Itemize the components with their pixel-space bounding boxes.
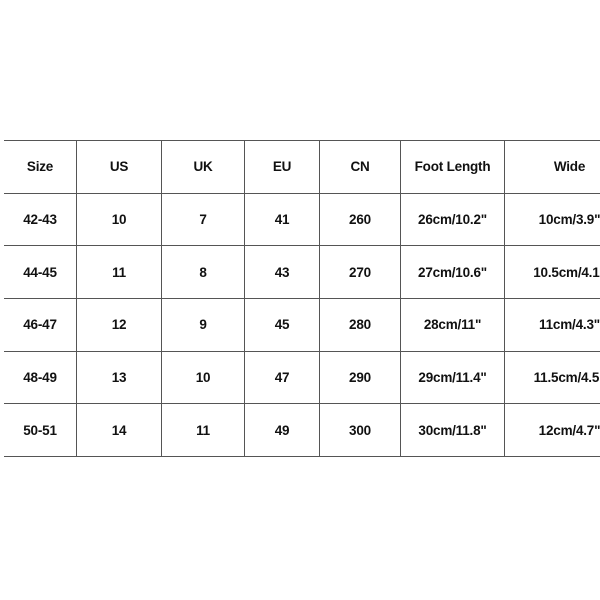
table-body: 42-43 10 7 41 260 26cm/10.2" 10cm/3.9" 4… — [4, 192, 600, 458]
size-chart-table: Size US UK EU CN Foot Length Wide 42-43 … — [4, 140, 600, 458]
cell-cn: 270 — [319, 245, 401, 299]
cell-us: 14 — [76, 403, 162, 458]
cell-us: 10 — [76, 192, 162, 246]
cell-cn: 290 — [319, 350, 401, 404]
cell-foot-length: 27cm/10.6" — [400, 245, 505, 299]
cell-wide: 10cm/3.9" — [504, 192, 600, 246]
cell-wide: 11.5cm/4.5" — [504, 350, 600, 404]
column-header-wide: Wide — [504, 140, 600, 194]
cell-size: 42-43 — [4, 192, 77, 246]
cell-foot-length: 30cm/11.8" — [400, 403, 505, 458]
cell-size: 48-49 — [4, 350, 77, 404]
cell-eu: 41 — [244, 192, 320, 246]
cell-wide: 11cm/4.3" — [504, 298, 600, 352]
cell-wide: 10.5cm/4.1" — [504, 245, 600, 299]
cell-uk: 8 — [161, 245, 245, 299]
cell-eu: 45 — [244, 298, 320, 352]
cell-cn: 260 — [319, 192, 401, 246]
cell-us: 11 — [76, 245, 162, 299]
table-header: Size US UK EU CN Foot Length Wide — [4, 140, 600, 194]
column-header-size: Size — [4, 140, 77, 194]
cell-uk: 9 — [161, 298, 245, 352]
column-header-uk: UK — [161, 140, 245, 194]
cell-foot-length: 29cm/11.4" — [400, 350, 505, 404]
cell-cn: 300 — [319, 403, 401, 458]
cell-foot-length: 26cm/10.2" — [400, 192, 505, 246]
cell-uk: 7 — [161, 192, 245, 246]
cell-us: 12 — [76, 298, 162, 352]
table-row: 44-45 11 8 43 270 27cm/10.6" 10.5cm/4.1" — [4, 245, 600, 299]
table-row: 46-47 12 9 45 280 28cm/11" 11cm/4.3" — [4, 298, 600, 352]
cell-eu: 47 — [244, 350, 320, 404]
cell-wide: 12cm/4.7" — [504, 403, 600, 458]
cell-eu: 49 — [244, 403, 320, 458]
table-row: 48-49 13 10 47 290 29cm/11.4" 11.5cm/4.5… — [4, 350, 600, 404]
cell-cn: 280 — [319, 298, 401, 352]
cell-uk: 11 — [161, 403, 245, 458]
cell-size: 46-47 — [4, 298, 77, 352]
page-root: Size US UK EU CN Foot Length Wide 42-43 … — [0, 0, 600, 600]
table-row: 42-43 10 7 41 260 26cm/10.2" 10cm/3.9" — [4, 192, 600, 246]
cell-foot-length: 28cm/11" — [400, 298, 505, 352]
column-header-eu: EU — [244, 140, 320, 194]
table-row: 50-51 14 11 49 300 30cm/11.8" 12cm/4.7" — [4, 403, 600, 458]
cell-size: 50-51 — [4, 403, 77, 458]
cell-uk: 10 — [161, 350, 245, 404]
table-header-row: Size US UK EU CN Foot Length Wide — [4, 140, 600, 194]
cell-size: 44-45 — [4, 245, 77, 299]
column-header-foot-length: Foot Length — [400, 140, 505, 194]
cell-us: 13 — [76, 350, 162, 404]
column-header-us: US — [76, 140, 162, 194]
cell-eu: 43 — [244, 245, 320, 299]
column-header-cn: CN — [319, 140, 401, 194]
